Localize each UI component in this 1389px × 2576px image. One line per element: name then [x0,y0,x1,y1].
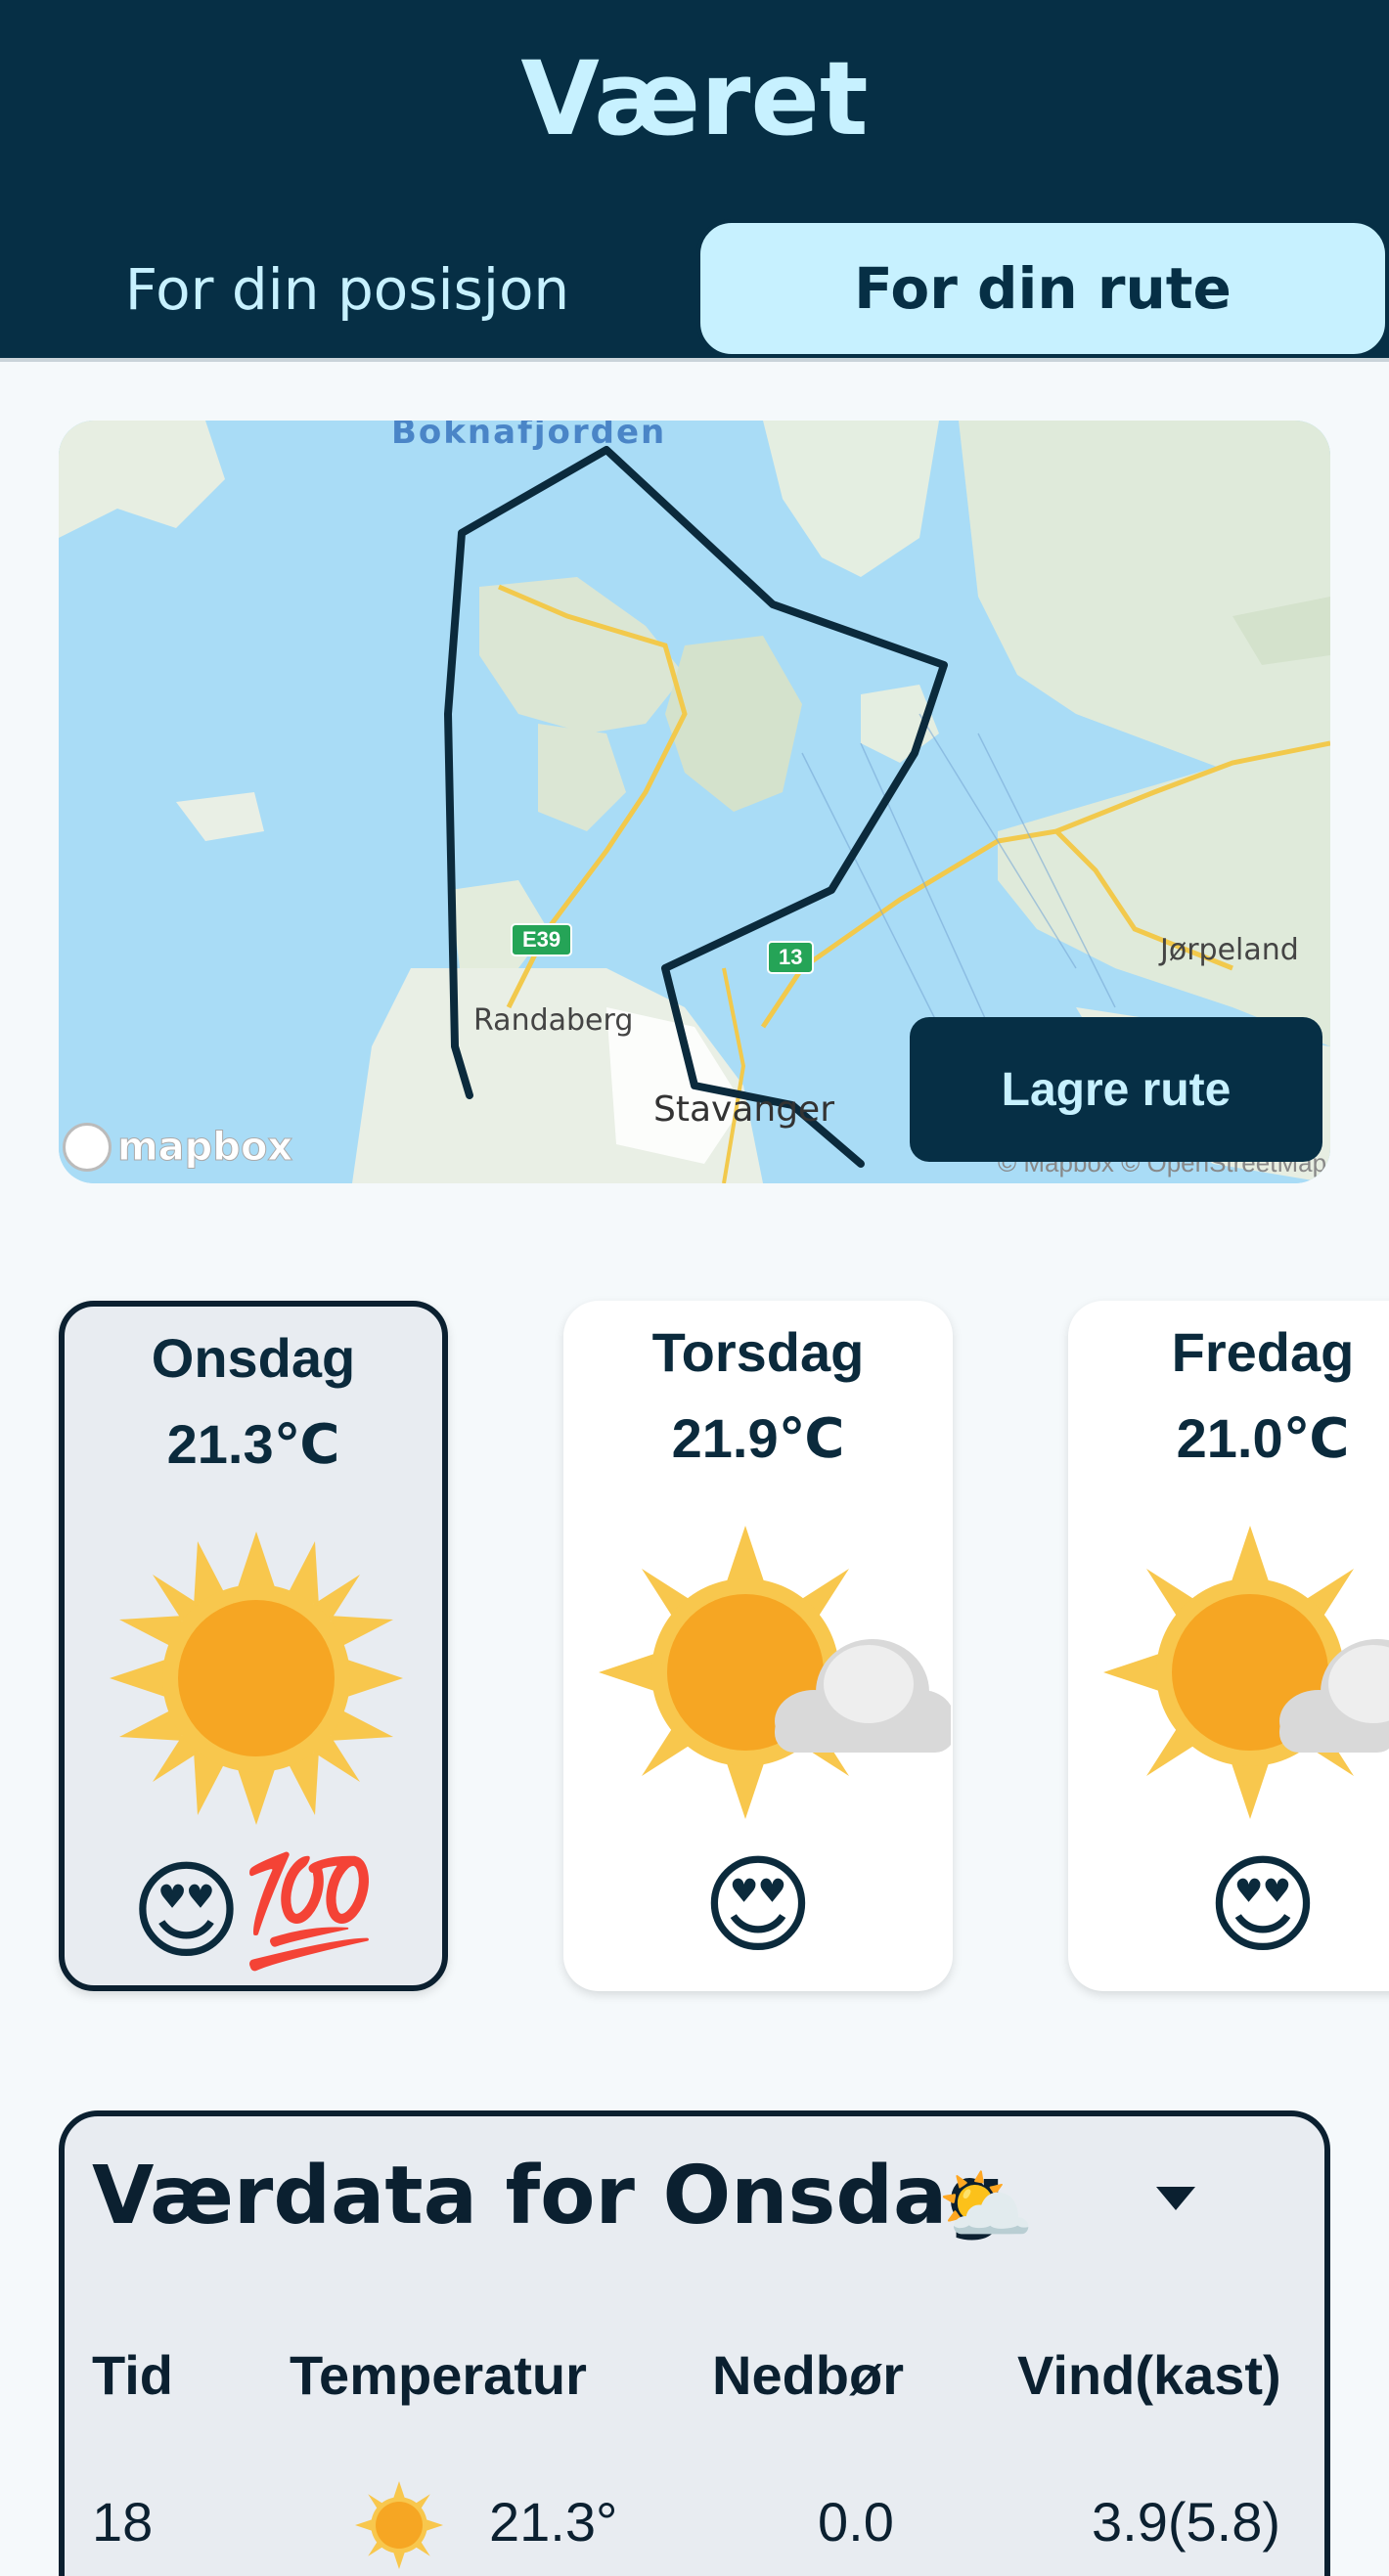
sun-cloud-icon [1103,1526,1389,1819]
panel-title: Værdata for Onsdag [92,2150,1006,2243]
tab-for-din-posisjon[interactable]: For din posisjon [0,219,694,360]
map-label-stavanger: Stavanger [653,1089,835,1130]
column-header-time: Tid [92,2344,173,2406]
column-header-temperature: Temperatur [290,2344,587,2406]
column-header-precipitation: Nedbør [712,2344,904,2406]
weather-data-panel: Værdata for Onsdag ⛅ Tid Temperatur Nedb… [59,2110,1330,2576]
sun-icon [110,1532,403,1825]
tab-for-din-rute[interactable]: For din rute [696,219,1389,358]
partly-cloudy-icon: ⛅ [937,2161,1035,2248]
mapbox-logo[interactable]: mapbox [63,1123,293,1172]
row-wind: 3.9(5.8) [1092,2491,1280,2553]
row-precipitation: 0.0 [818,2491,894,2553]
mapbox-logo-text: mapbox [116,1125,293,1171]
day-emoji: 😍💯 [130,1851,377,1972]
sun-cloud-icon [599,1526,951,1819]
day-name: Torsdag [651,1321,865,1383]
mapbox-logo-icon [63,1123,112,1172]
day-card-torsdag[interactable]: Torsdag 21.9℃ 😍 [563,1301,953,1991]
day-card-fredag[interactable]: Fredag 21.0℃ 😍 [1068,1301,1389,1991]
header-divider [0,358,1389,362]
app-title: Været [520,39,869,158]
map-label-jorpeland: Jørpeland [1160,933,1299,967]
day-card-onsdag[interactable]: Onsdag 21.3℃ 😍💯 [59,1301,448,1991]
day-temperature: 21.0℃ [1176,1407,1350,1469]
map-label-fjord: Boknafjorden [391,421,667,452]
day-temperature: 21.3℃ [166,1413,340,1475]
chevron-down-icon[interactable] [1156,2187,1195,2210]
map-label-randaberg: Randaberg [473,1003,634,1038]
day-temperature: 21.9℃ [671,1407,845,1469]
road-badge-e39: E39 [511,923,573,956]
row-time: 18 [92,2491,154,2553]
road-badge-13: 13 [767,941,815,974]
row-temperature: 21.3° [489,2491,618,2553]
sun-icon [355,2481,443,2569]
day-emoji: 😍 [1206,1845,1320,1966]
day-name: Fredag [1171,1321,1355,1383]
column-header-wind: Vind(kast) [1017,2344,1281,2406]
day-name: Onsdag [151,1327,356,1389]
app-header: Været For din posisjon For din rute [0,0,1389,360]
day-emoji: 😍 [701,1845,815,1966]
save-route-button[interactable]: Lagre rute [910,1017,1322,1162]
